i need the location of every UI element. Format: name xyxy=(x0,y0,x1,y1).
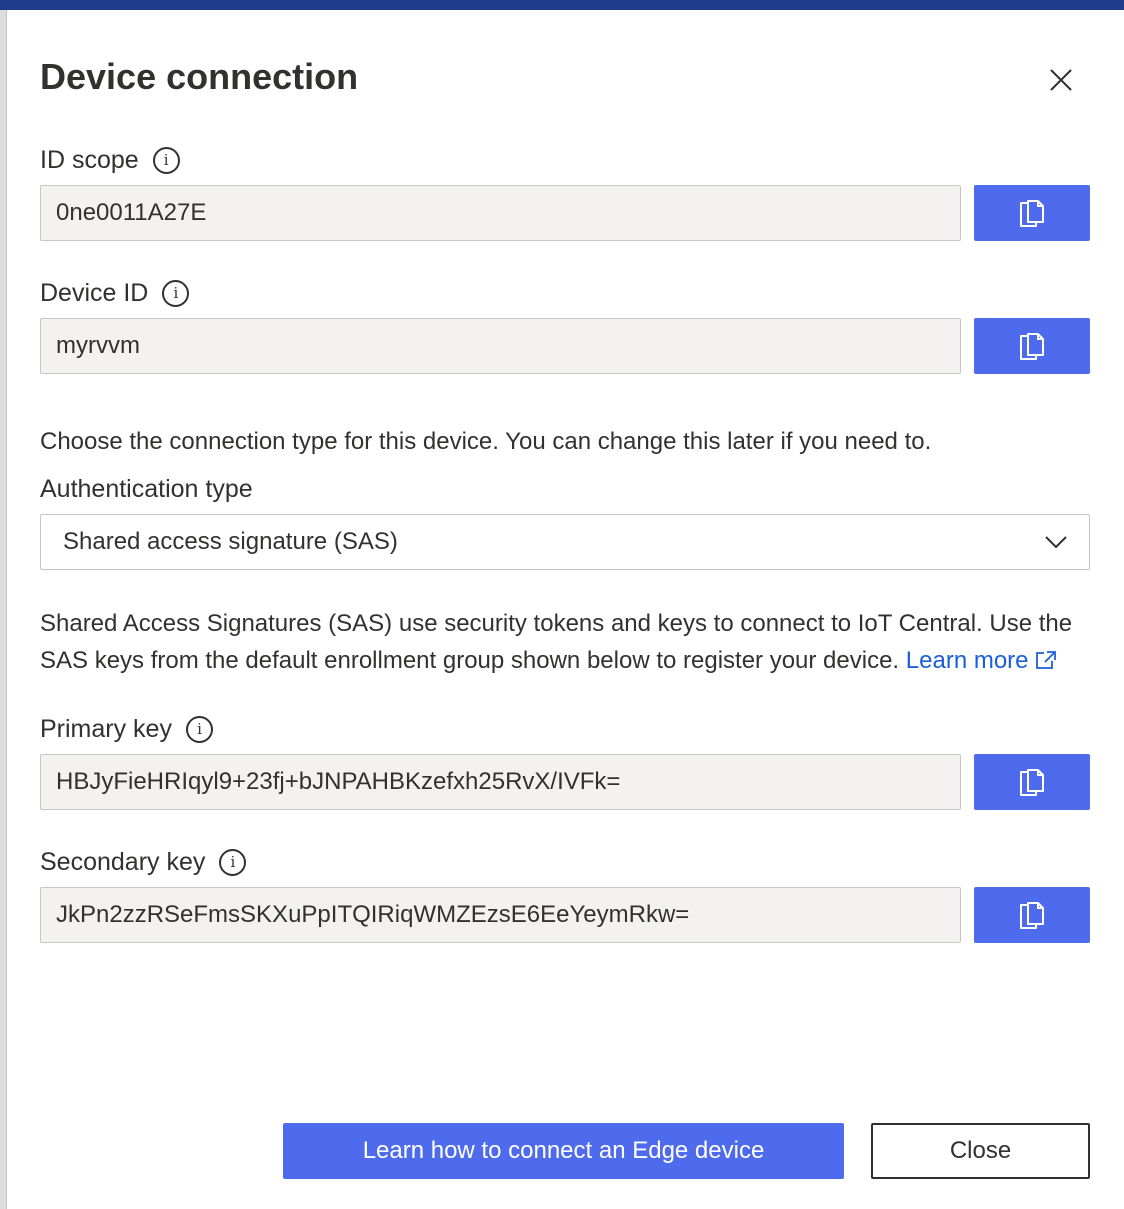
copy-primary-key-button[interactable] xyxy=(974,754,1090,810)
external-link-icon xyxy=(1035,651,1056,669)
learn-more-link[interactable]: Learn more xyxy=(906,647,1057,674)
copy-icon xyxy=(1020,200,1044,227)
info-icon[interactable]: i xyxy=(162,280,190,307)
dialog-title: Device connection xyxy=(40,56,359,97)
primary-key-label-row: Primary key i xyxy=(40,715,213,744)
sas-description: Shared Access Signatures (SAS) use secur… xyxy=(40,605,1072,679)
info-icon[interactable]: i xyxy=(152,147,180,174)
copy-id-scope-button[interactable] xyxy=(974,185,1090,241)
secondary-key-field[interactable]: JkPn2zzRSeFmsSKXuPpITQIRiqWMZEzsE6EeYeym… xyxy=(40,887,961,943)
auth-type-selected: Shared access signature (SAS) xyxy=(63,528,398,555)
id-scope-label: ID scope xyxy=(40,146,139,174)
auth-type-label: Authentication type xyxy=(40,475,253,503)
device-id-field[interactable]: myrvvm xyxy=(40,318,961,374)
copy-icon xyxy=(1020,902,1044,929)
id-scope-label-row: ID scope i xyxy=(40,146,180,175)
auth-type-label-row: Authentication type xyxy=(40,475,253,504)
secondary-key-value: JkPn2zzRSeFmsSKXuPpITQIRiqWMZEzsE6EeYeym… xyxy=(56,901,690,928)
secondary-key-label: Secondary key xyxy=(40,848,206,876)
copy-secondary-key-button[interactable] xyxy=(974,887,1090,943)
sas-description-line1: Shared Access Signatures (SAS) use secur… xyxy=(40,610,1073,637)
id-scope-field[interactable]: 0ne0011A27E xyxy=(40,185,961,241)
info-icon[interactable]: i xyxy=(185,716,213,743)
primary-key-value: HBJyFieHRIqyl9+23fj+bJNPAHBKzefxh25RvX/I… xyxy=(56,768,621,795)
device-id-label: Device ID xyxy=(40,279,149,307)
sas-description-line2: SAS keys from the default enrollment gro… xyxy=(40,647,900,674)
auth-type-dropdown[interactable]: Shared access signature (SAS) xyxy=(40,514,1090,570)
copy-icon xyxy=(1020,333,1044,360)
id-scope-value: 0ne0011A27E xyxy=(56,199,207,226)
app-header-strip xyxy=(0,0,1124,10)
secondary-key-label-row: Secondary key i xyxy=(40,848,247,877)
close-button[interactable]: Close xyxy=(871,1123,1090,1179)
close-dialog-button[interactable] xyxy=(1043,62,1079,98)
device-id-value: myrvvm xyxy=(56,332,140,359)
learn-edge-device-button[interactable]: Learn how to connect an Edge device xyxy=(283,1123,844,1179)
chevron-down-icon xyxy=(1045,536,1067,549)
connection-type-instructions: Choose the connection type for this devi… xyxy=(40,428,932,455)
device-connection-dialog: Device connection ID scope i 0ne0011A27E… xyxy=(6,10,1124,1209)
device-id-label-row: Device ID i xyxy=(40,279,190,308)
primary-key-field[interactable]: HBJyFieHRIqyl9+23fj+bJNPAHBKzefxh25RvX/I… xyxy=(40,754,961,810)
learn-more-label: Learn more xyxy=(905,647,1029,674)
copy-device-id-button[interactable] xyxy=(974,318,1090,374)
sas-description-line2-row: SAS keys from the default enrollment gro… xyxy=(40,642,1072,679)
info-icon[interactable]: i xyxy=(219,849,247,876)
close-icon xyxy=(1050,69,1072,91)
primary-key-label: Primary key xyxy=(40,715,172,743)
copy-icon xyxy=(1020,769,1044,796)
